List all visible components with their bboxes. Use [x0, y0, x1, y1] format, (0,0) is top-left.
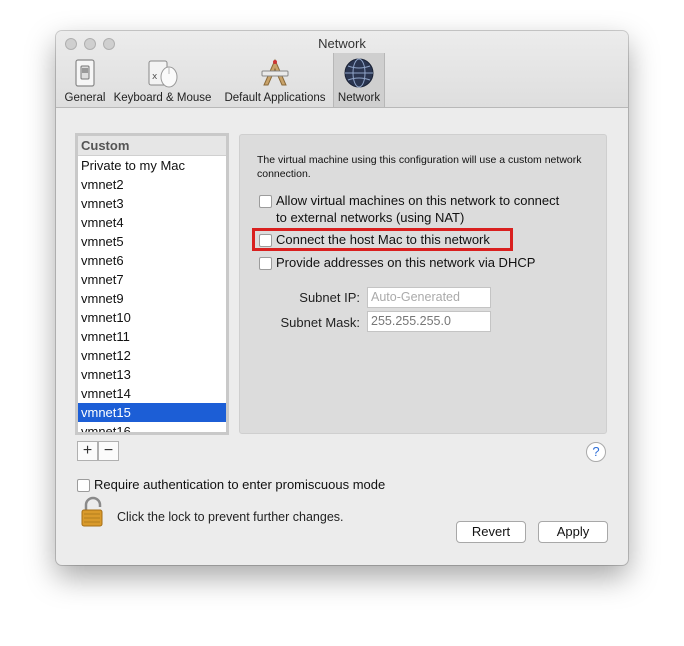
dhcp-label: Provide addresses on this network via DH… [276, 255, 536, 270]
toolbar-keyboard-mouse[interactable]: x Keyboard & Mouse [111, 53, 214, 107]
keyboard-mouse-icon: x [148, 60, 177, 88]
general-switch-icon [75, 59, 95, 87]
promiscuous-label: Require authentication to enter promiscu… [94, 477, 386, 492]
nat-checkbox[interactable] [259, 195, 272, 208]
connect-host-label: Connect the host Mac to this network [276, 232, 490, 247]
list-item-private-to-my-mac[interactable]: Private to my Mac [78, 156, 226, 175]
window-title: Network [318, 36, 366, 51]
network-settings-panel: The virtual machine using this configura… [239, 134, 607, 434]
list-item-vmnet6[interactable]: vmnet6 [78, 251, 226, 270]
dhcp-checkbox[interactable] [259, 257, 272, 270]
list-item-vmnet5[interactable]: vmnet5 [78, 232, 226, 251]
network-globe-icon [344, 58, 374, 88]
network-list[interactable]: Custom Private to my Mac vmnet2 vmnet3 v… [75, 133, 229, 435]
list-item-vmnet3[interactable]: vmnet3 [78, 194, 226, 213]
toolbar-default-applications[interactable]: Default Applications [219, 53, 331, 107]
nat-label-line2: to external networks (using NAT) [276, 210, 465, 225]
list-item-vmnet4[interactable]: vmnet4 [78, 213, 226, 232]
help-button[interactable]: ? [586, 442, 606, 462]
list-item-vmnet11[interactable]: vmnet11 [78, 327, 226, 346]
subnet-ip-label: Subnet IP: [299, 290, 360, 305]
list-item-vmnet15[interactable]: vmnet15 [78, 403, 226, 422]
subnet-mask-label: Subnet Mask: [280, 315, 361, 330]
promiscuous-checkbox[interactable] [77, 479, 90, 492]
default-applications-icon [261, 58, 289, 86]
nat-label-line1: Allow virtual machines on this network t… [276, 193, 560, 208]
lock-text: Click the lock to prevent further change… [117, 510, 344, 524]
toolbar-network[interactable]: Network [333, 53, 385, 107]
toolbar: Network General x Keyboard & Mouse Defau… [56, 31, 628, 108]
list-item-vmnet12[interactable]: vmnet12 [78, 346, 226, 365]
list-item-vmnet14[interactable]: vmnet14 [78, 384, 226, 403]
list-item-vmnet13[interactable]: vmnet13 [78, 365, 226, 384]
svg-text:x: x [152, 72, 158, 82]
list-item-vmnet7[interactable]: vmnet7 [78, 270, 226, 289]
remove-network-button[interactable]: − [98, 441, 119, 461]
apply-button[interactable]: Apply [538, 521, 608, 543]
list-item-vmnet10[interactable]: vmnet10 [78, 308, 226, 327]
list-item-vmnet9[interactable]: vmnet9 [78, 289, 226, 308]
subnet-ip-field[interactable]: Auto-Generated [367, 287, 491, 308]
revert-button[interactable]: Revert [456, 521, 526, 543]
lock-icon[interactable] [80, 496, 106, 528]
network-description: The virtual machine using this configura… [257, 154, 582, 180]
add-network-button[interactable]: + [77, 441, 98, 461]
list-item-vmnet2[interactable]: vmnet2 [78, 175, 226, 194]
subnet-mask-field[interactable]: 255.255.255.0 [367, 311, 491, 332]
list-header-custom: Custom [78, 136, 226, 156]
connect-host-checkbox[interactable] [259, 234, 272, 247]
preferences-window: Network General x Keyboard & Mouse Defau… [56, 31, 628, 565]
list-item-vmnet16[interactable]: vmnet16 [78, 422, 226, 432]
toolbar-general[interactable]: General [62, 53, 108, 107]
